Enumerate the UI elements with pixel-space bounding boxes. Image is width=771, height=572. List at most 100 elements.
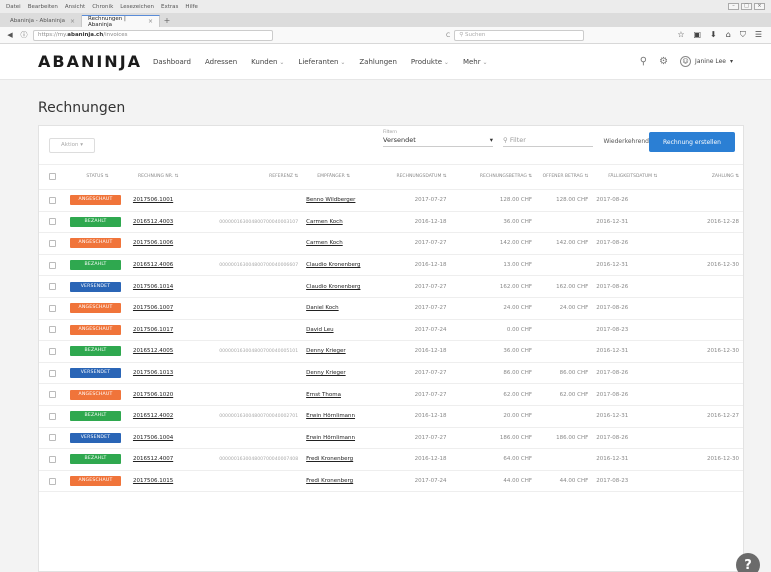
column-header-open[interactable]: OFFENER BETRAG ⇅: [536, 164, 593, 190]
invoice-number-link[interactable]: 2017506.1017: [133, 327, 173, 333]
table-row[interactable]: VERSENDET 2017506.1013 Denny Krieger 2017-0…: [39, 362, 743, 385]
recipient-link[interactable]: Erwin Hörnlimann: [306, 413, 355, 419]
user-menu[interactable]: ☺ Janine Lee ▾: [680, 56, 733, 67]
table-row[interactable]: ANGESCHAUT 2017506.1017 David Leu 2017-07-2…: [39, 319, 743, 342]
invoice-number-link[interactable]: 2016512.4002: [133, 413, 173, 419]
table-row[interactable]: BEZAHLT 2016512.4002 000000163004800700040…: [39, 405, 743, 428]
nav-item-adressen[interactable]: Adressen: [205, 58, 237, 66]
table-row[interactable]: BEZAHLT 2016512.4003 000000163004800700040…: [39, 211, 743, 234]
recipient-link[interactable]: David Leu: [306, 327, 333, 333]
row-checkbox[interactable]: [39, 232, 66, 255]
row-checkbox[interactable]: [39, 362, 66, 385]
minimize-icon[interactable]: –: [728, 3, 739, 10]
row-checkbox[interactable]: [39, 383, 66, 406]
column-header-status[interactable]: STATUS ⇅: [65, 164, 129, 190]
column-header-date[interactable]: RECHNUNGSDATUM ⇅: [365, 164, 451, 190]
invoice-number-link[interactable]: 2017506.1015: [133, 478, 173, 484]
invoice-number-link[interactable]: 2016512.4005: [133, 348, 173, 354]
nav-item-zahlungen[interactable]: Zahlungen: [359, 58, 397, 66]
search-icon[interactable]: ⚲: [640, 56, 647, 67]
table-row[interactable]: VERSENDET 2017506.1004 Erwin Hörnlimann 201…: [39, 427, 743, 450]
recurring-button[interactable]: Wiederkehrend: [599, 138, 649, 145]
table-row[interactable]: ANGESCHAUT 2017506.1020 Ernst Thoma 2017-07…: [39, 383, 743, 406]
url-bar[interactable]: https://my. abaninja.ch/invoices: [33, 29, 273, 41]
menu-item[interactable]: Datei: [6, 4, 21, 10]
nav-item-kunden[interactable]: Kunden ⌄: [251, 58, 284, 66]
browser-tab-active[interactable]: Rechnungen | Abaninja ×: [82, 15, 160, 28]
menu-item[interactable]: Bearbeiten: [28, 4, 58, 10]
column-header-amt[interactable]: RECHNUNGSBETRAG ⇅: [450, 164, 537, 190]
table-row[interactable]: BEZAHLT 2016512.4007 000000163004800700040…: [39, 448, 743, 471]
recipient-link[interactable]: Fredi Kronenberg: [306, 456, 353, 462]
home-icon[interactable]: ⌂: [726, 30, 731, 40]
star-icon[interactable]: ☆: [677, 30, 684, 40]
menu-item[interactable]: Chronik: [92, 4, 113, 10]
select-all-checkbox[interactable]: [39, 164, 66, 190]
invoice-number-link[interactable]: 2016512.4003: [133, 219, 173, 225]
back-icon[interactable]: ◀: [5, 31, 15, 39]
recipient-link[interactable]: Fredi Kronenberg: [306, 478, 353, 484]
column-header-rcp[interactable]: EMPFÄNGER ⇅: [302, 164, 366, 190]
action-dropdown[interactable]: Aktion ▾: [49, 137, 95, 153]
download-icon[interactable]: ⬇: [710, 30, 717, 40]
browser-search-input[interactable]: ⚲ Suchen: [454, 29, 585, 41]
recipient-link[interactable]: Carmen Koch: [306, 240, 343, 246]
row-checkbox[interactable]: [39, 275, 66, 298]
row-checkbox[interactable]: [39, 405, 66, 428]
menu-icon[interactable]: ☰: [755, 30, 762, 40]
recipient-link[interactable]: Daniel Koch: [306, 305, 339, 311]
table-row[interactable]: VERSENDET 2017506.1014 Claudio Kronenberg 2…: [39, 275, 743, 298]
table-row[interactable]: ANGESCHAUT 2017506.1015 Fredi Kronenberg 20…: [39, 470, 743, 493]
row-checkbox[interactable]: [39, 254, 66, 277]
recipient-link[interactable]: Claudio Kronenberg: [306, 262, 360, 268]
column-header-nr[interactable]: RECHNUNG NR. ⇅: [128, 164, 188, 190]
table-row[interactable]: ANGESCHAUT 2017506.1006 Carmen Koch 2017-07…: [39, 232, 743, 255]
invoice-number-link[interactable]: 2017506.1007: [133, 305, 173, 311]
table-row[interactable]: BEZAHLT 2016512.4005 000000163004800700040…: [39, 340, 743, 363]
nav-item-mehr[interactable]: Mehr ⌄: [463, 58, 488, 66]
filter-input[interactable]: ⚲ Filter: [503, 136, 593, 147]
column-header-due[interactable]: FÄLLIGKEITSDATUM ⇅: [592, 164, 674, 190]
row-checkbox[interactable]: [39, 211, 66, 234]
help-button[interactable]: ?: [736, 553, 760, 572]
invoice-number-link[interactable]: 2016512.4006: [133, 262, 173, 268]
recipient-link[interactable]: Erwin Hörnlimann: [306, 435, 355, 441]
shield-icon[interactable]: ⛉: [740, 30, 746, 40]
row-checkbox[interactable]: [39, 340, 66, 363]
row-checkbox[interactable]: [39, 189, 66, 212]
invoice-number-link[interactable]: 2016512.4007: [133, 456, 173, 462]
menu-item[interactable]: Hilfe: [185, 4, 198, 10]
create-invoice-button[interactable]: Rechnung erstellen: [649, 132, 735, 152]
nav-item-produkte[interactable]: Produkte ⌄: [411, 58, 449, 66]
menu-item[interactable]: Extras: [161, 4, 178, 10]
info-icon[interactable]: ⓘ: [19, 30, 29, 40]
clipboard-icon[interactable]: ▣: [693, 30, 701, 40]
nav-item-dashboard[interactable]: Dashboard: [153, 58, 191, 66]
recipient-link[interactable]: Denny Krieger: [306, 370, 346, 376]
column-header-pay[interactable]: ZAHLUNG ⇅: [673, 164, 743, 190]
browser-tab[interactable]: Abaninja - Ablaninja ×: [4, 15, 82, 27]
reload-icon[interactable]: C: [446, 32, 450, 39]
invoice-number-link[interactable]: 2017506.1014: [133, 284, 173, 290]
row-checkbox[interactable]: [39, 427, 66, 450]
close-tab-icon[interactable]: ×: [70, 18, 75, 25]
logo[interactable]: ABANINJA: [38, 52, 153, 71]
recipient-link[interactable]: Benno Wildberger: [306, 197, 355, 203]
recipient-link[interactable]: Claudio Kronenberg: [306, 284, 360, 290]
gear-icon[interactable]: ⚙: [659, 56, 668, 67]
recipient-link[interactable]: Carmen Koch: [306, 219, 343, 225]
row-checkbox[interactable]: [39, 470, 66, 493]
row-checkbox[interactable]: [39, 448, 66, 471]
invoice-number-link[interactable]: 2017506.1001: [133, 197, 173, 203]
invoice-number-link[interactable]: 2017506.1006: [133, 240, 173, 246]
menu-item[interactable]: Lesezeichen: [120, 4, 154, 10]
menu-item[interactable]: Ansicht: [65, 4, 85, 10]
status-filter[interactable]: Filtern Versendet ▾: [383, 130, 493, 147]
invoice-number-link[interactable]: 2017506.1013: [133, 370, 173, 376]
new-tab-icon[interactable]: +: [160, 15, 174, 27]
invoice-number-link[interactable]: 2017506.1020: [133, 392, 173, 398]
table-row[interactable]: ANGESCHAUT 2017506.1001 Benno Wildberger 20…: [39, 189, 743, 212]
row-checkbox[interactable]: [39, 297, 66, 320]
close-tab-icon[interactable]: ×: [148, 18, 153, 25]
close-icon[interactable]: ×: [754, 3, 765, 10]
